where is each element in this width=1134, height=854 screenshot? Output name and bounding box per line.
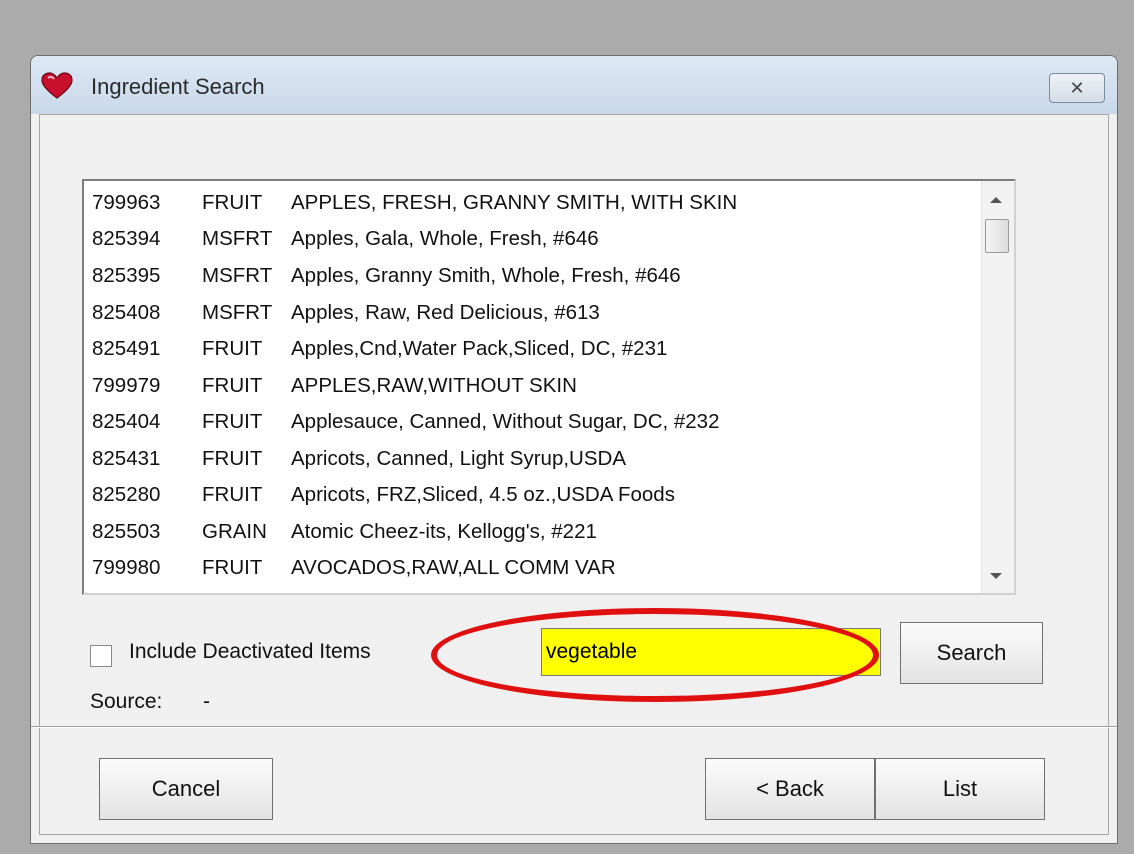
scroll-down-icon[interactable]	[990, 573, 1002, 579]
title-bar[interactable]: Ingredient Search ✕	[31, 56, 1117, 114]
ingredient-list[interactable]: 799963 FRUIT APPLES, FRESH, GRANNY SMITH…	[82, 179, 1016, 595]
cancel-button-label: Cancel	[151, 776, 221, 801]
item-id: 825491	[92, 337, 161, 360]
item-group: FRUIT	[202, 447, 263, 470]
item-description: Apricots, FRZ,Sliced, 4.5 oz.,USDA Foods	[291, 483, 675, 506]
item-id: 825408	[92, 301, 161, 324]
item-id: 825280	[92, 483, 161, 506]
item-description: APPLES,RAW,WITHOUT SKIN	[291, 374, 577, 397]
item-group: MSFRT	[202, 264, 273, 287]
search-button-label: Search	[936, 640, 1007, 665]
item-id: 799980	[92, 556, 161, 579]
item-description: Apricots, Canned, Light Syrup,USDA	[291, 447, 626, 470]
scroll-thumb[interactable]	[985, 219, 1009, 253]
item-id: 825395	[92, 264, 161, 287]
back-button[interactable]: < Back	[705, 758, 875, 820]
item-description: Apples, Raw, Red Delicious, #613	[291, 301, 600, 324]
item-group: FRUIT	[202, 556, 263, 579]
close-button[interactable]: ✕	[1049, 73, 1105, 103]
item-group: FRUIT	[202, 374, 263, 397]
search-input[interactable]	[541, 628, 881, 676]
item-group: FRUIT	[202, 410, 263, 433]
item-id: 799963	[92, 191, 161, 214]
footer-separator	[31, 726, 1117, 728]
include-deactivated-checkbox[interactable]	[90, 645, 112, 667]
item-description: AVOCADOS,RAW,ALL COMM VAR	[291, 556, 616, 579]
window-title: Ingredient Search	[91, 74, 265, 99]
include-deactivated-label[interactable]: Include Deactivated Items	[129, 640, 371, 664]
item-description: Atomic Cheez-its, Kellogg's, #221	[291, 520, 597, 543]
item-id: 825394	[92, 227, 161, 250]
item-group: FRUIT	[202, 337, 263, 360]
item-description: APPLES, FRESH, GRANNY SMITH, WITH SKIN	[291, 191, 738, 214]
item-id: 799979	[92, 374, 161, 397]
item-group: GRAIN	[202, 520, 267, 543]
item-id: 825503	[92, 520, 161, 543]
list-button[interactable]: List	[875, 758, 1045, 820]
source-value: -	[203, 690, 210, 713]
item-group: MSFRT	[202, 227, 273, 250]
item-group: FRUIT	[202, 483, 263, 506]
back-button-label: < Back	[756, 776, 824, 801]
cancel-button[interactable]: Cancel	[99, 758, 273, 820]
ingredient-search-dialog: Ingredient Search ✕ 799963 FRUIT APPLES,…	[30, 55, 1118, 844]
search-button[interactable]: Search	[900, 622, 1043, 684]
vertical-scrollbar[interactable]	[981, 181, 1014, 593]
item-description: Applesauce, Canned, Without Sugar, DC, #…	[291, 410, 720, 433]
scroll-up-icon[interactable]	[990, 197, 1002, 203]
item-description: Apples, Gala, Whole, Fresh, #646	[291, 227, 599, 250]
list-button-label: List	[942, 776, 978, 801]
close-icon: ✕	[1069, 78, 1085, 98]
item-id: 825404	[92, 410, 161, 433]
item-id: 825431	[92, 447, 161, 470]
item-group: FRUIT	[202, 191, 263, 214]
item-description: Apples,Cnd,Water Pack,Sliced, DC, #231	[291, 337, 668, 360]
source-label: Source:	[90, 690, 163, 713]
item-description: Apples, Granny Smith, Whole, Fresh, #646	[291, 264, 681, 287]
heart-icon	[41, 72, 73, 99]
item-group: MSFRT	[202, 301, 273, 324]
